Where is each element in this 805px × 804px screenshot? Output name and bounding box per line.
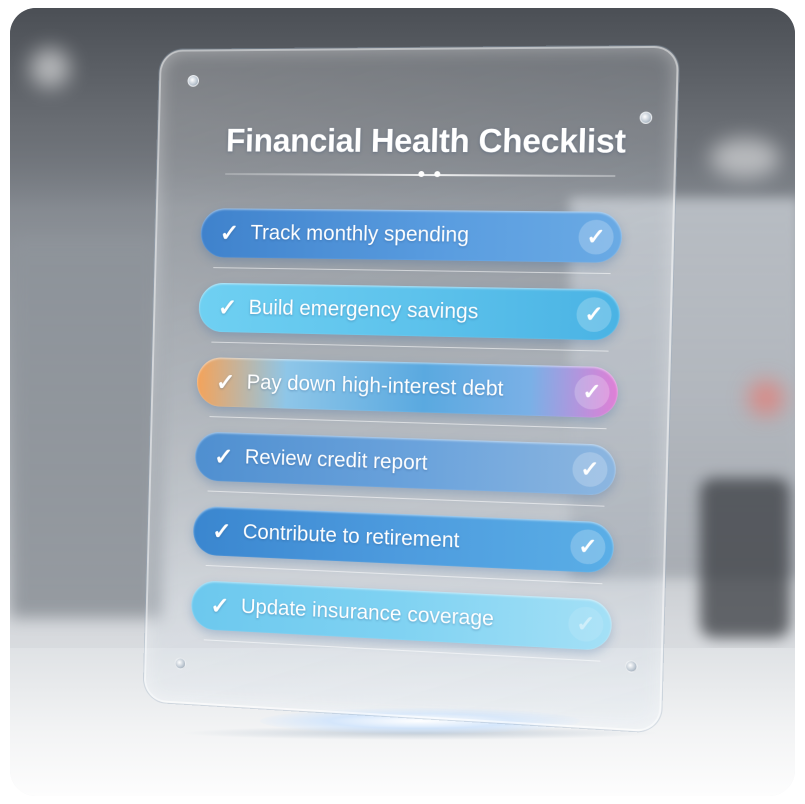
checklist-item-label: Track monthly spending xyxy=(250,221,470,247)
checklist-item-label: Contribute to retirement xyxy=(242,520,460,553)
check-icon: ✓ xyxy=(215,368,236,396)
check-icon: ✓ xyxy=(211,517,232,545)
title-divider-dot xyxy=(418,170,425,178)
screw-top-left xyxy=(187,74,200,87)
item-divider xyxy=(211,341,609,352)
item-divider xyxy=(213,267,611,275)
checklist-item-label: Build emergency savings xyxy=(248,296,479,324)
checklist-item-label: Review credit report xyxy=(244,445,428,475)
check-icon: ✓ xyxy=(210,592,230,620)
checklist-item: ✓ Build emergency savings ✓ xyxy=(198,282,621,341)
check-circle-icon: ✓ xyxy=(574,374,610,410)
title-divider-dot xyxy=(434,171,441,178)
background-window-left xyxy=(10,238,160,618)
background-chair xyxy=(700,478,790,638)
check-circle-icon: ✓ xyxy=(567,606,604,643)
panel-title: Financial Health Checklist xyxy=(225,121,627,160)
check-icon: ✓ xyxy=(217,294,238,322)
checklist-item-label: Update insurance coverage xyxy=(240,595,495,631)
screw-bottom-left xyxy=(174,657,187,670)
check-circle-icon: ✓ xyxy=(576,296,613,333)
check-icon: ✓ xyxy=(219,219,240,247)
checklist-item: ✓ Contribute to retirement ✓ xyxy=(192,505,615,574)
background-light-bokeh xyxy=(710,138,780,178)
item-divider xyxy=(209,416,607,430)
checklist-item: ✓ Update insurance coverage ✓ xyxy=(190,579,613,652)
acrylic-panel: Financial Health Checklist ✓ Track month… xyxy=(143,45,680,733)
check-circle-icon: ✓ xyxy=(578,219,615,255)
checklist-item: ✓ Pay down high-interest debt ✓ xyxy=(196,356,619,419)
checklist-item: ✓ Track monthly spending ✓ xyxy=(200,208,623,263)
check-circle-icon: ✓ xyxy=(569,528,606,565)
checklist-item: ✓ Review credit report ✓ xyxy=(194,431,617,496)
background-light-white xyxy=(30,48,70,88)
checklist-item-label: Pay down high-interest debt xyxy=(246,370,504,401)
check-circle-icon: ✓ xyxy=(571,451,608,488)
check-icon: ✓ xyxy=(213,443,234,471)
background-light-red xyxy=(748,380,784,416)
screw-bottom-right xyxy=(624,659,638,673)
